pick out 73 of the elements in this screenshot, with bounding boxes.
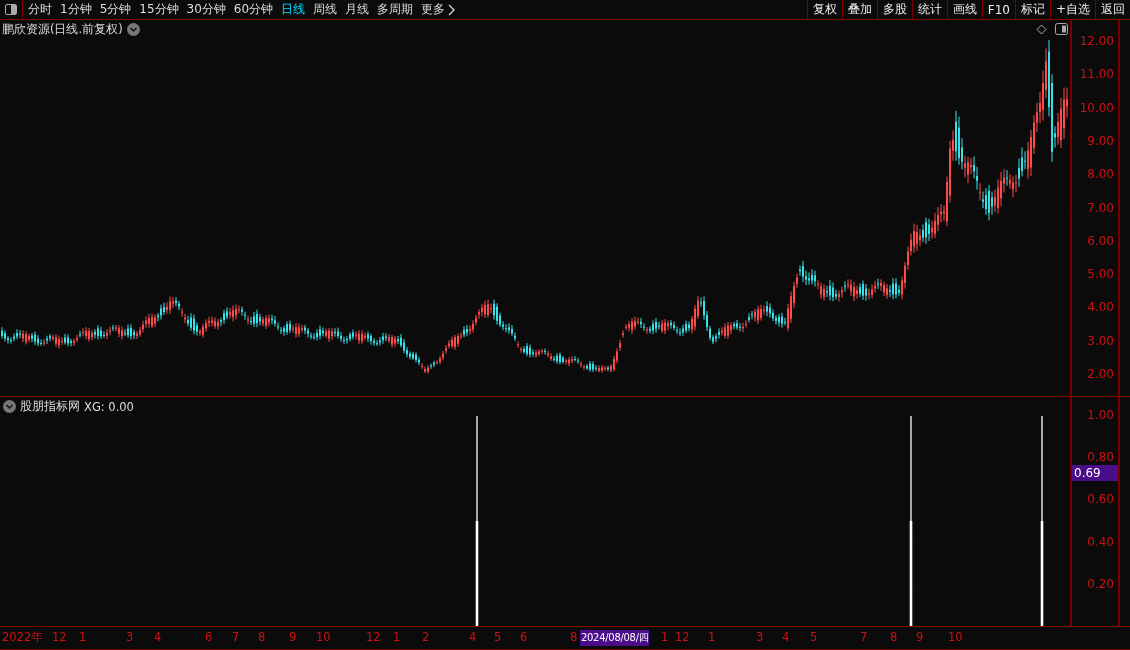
- axis-label: 4.00: [1087, 300, 1114, 315]
- date-label: 1: [661, 630, 669, 645]
- date-label: 7: [232, 630, 240, 645]
- date-label: 7: [860, 630, 868, 645]
- diamond-icon[interactable]: [1036, 23, 1047, 35]
- date-label: 8: [258, 630, 266, 645]
- period-tab[interactable]: 更多: [418, 1, 449, 18]
- date-label: 9: [289, 630, 297, 645]
- date-label: 12: [52, 630, 67, 645]
- axis-label: 0.80: [1087, 450, 1114, 465]
- date-label: 1: [393, 630, 401, 645]
- date-label: 10: [948, 630, 963, 645]
- axis-label: 0.60: [1087, 492, 1114, 507]
- toolbar-button[interactable]: 标记: [1014, 0, 1050, 19]
- indicator-reading: XG: 0.00: [84, 399, 134, 414]
- dropdown-icon[interactable]: [126, 23, 140, 36]
- toolbar-button[interactable]: 统计: [911, 0, 947, 19]
- toolbar-button[interactable]: F10: [981, 0, 1015, 19]
- date-label: 6: [205, 630, 213, 645]
- date-label: 12: [366, 630, 381, 645]
- toolbar-button[interactable]: 多股: [876, 0, 912, 19]
- toolbar-button[interactable]: 画线: [946, 0, 982, 19]
- period-tab[interactable]: 月线: [342, 1, 373, 18]
- date-label: 4: [469, 630, 477, 645]
- date-label: 3: [126, 630, 134, 645]
- period-tab[interactable]: 日线: [278, 1, 309, 18]
- axis-label: 0.40: [1087, 534, 1114, 549]
- chart-title: 鹏欣资源(日线.前复权): [2, 22, 123, 37]
- toolbar-button[interactable]: 返回: [1095, 0, 1130, 19]
- date-label: 6: [520, 630, 528, 645]
- date-label: 5: [494, 630, 502, 645]
- date-label: 9: [916, 630, 924, 645]
- date-label: 12: [675, 630, 690, 645]
- period-tab[interactable]: 分时: [25, 1, 55, 18]
- date-label: 2022年: [2, 630, 44, 646]
- axis-label: 9.00: [1087, 133, 1114, 148]
- axis-label: 7.00: [1087, 200, 1114, 215]
- axis-label: 0.20: [1087, 576, 1114, 591]
- panel-toggle-icon[interactable]: [1055, 23, 1068, 35]
- period-tab[interactable]: 5分钟: [96, 1, 135, 18]
- axis-label: 3.00: [1087, 333, 1114, 348]
- date-label: 10: [316, 630, 331, 645]
- axis-label: 6.00: [1087, 233, 1114, 248]
- date-label: 1: [708, 630, 716, 645]
- date-label: 8: [570, 630, 578, 645]
- crosshair-date: 2024/08/08/四: [580, 630, 650, 647]
- period-tab[interactable]: 1分钟: [57, 1, 95, 18]
- crosshair-value: 0.69: [1072, 465, 1118, 482]
- period-tab[interactable]: 60分钟: [230, 1, 277, 18]
- date-label: 8: [890, 630, 898, 645]
- date-label: 3: [756, 630, 764, 645]
- date-label: 4: [782, 630, 790, 645]
- indicator-title: 股朋指标网: [20, 399, 80, 415]
- axis-label: 8.00: [1087, 167, 1114, 182]
- date-label: 2: [422, 630, 430, 645]
- axis-label: 5.00: [1087, 267, 1114, 282]
- period-tab[interactable]: 30分钟: [183, 1, 229, 18]
- axis-label: 12.00: [1079, 34, 1114, 48]
- axis-label: 1.00: [1087, 408, 1114, 423]
- toolbar-button[interactable]: +自选: [1049, 0, 1095, 19]
- axis-label: 10.00: [1079, 100, 1114, 115]
- axis-label: 2.00: [1087, 367, 1114, 381]
- date-label: 5: [810, 630, 818, 645]
- period-tab[interactable]: 15分钟: [136, 1, 182, 18]
- period-tab[interactable]: 多周期: [374, 1, 417, 18]
- toolbar-button[interactable]: 复权: [806, 0, 842, 19]
- toolbar-button[interactable]: 叠加: [841, 0, 877, 19]
- date-label: 4: [154, 630, 162, 645]
- date-label: 1: [79, 630, 87, 645]
- period-tab[interactable]: 周线: [310, 1, 341, 18]
- axis-label: 11.00: [1079, 67, 1114, 82]
- chevron-icon[interactable]: [448, 3, 457, 16]
- dropdown-icon[interactable]: [3, 400, 16, 414]
